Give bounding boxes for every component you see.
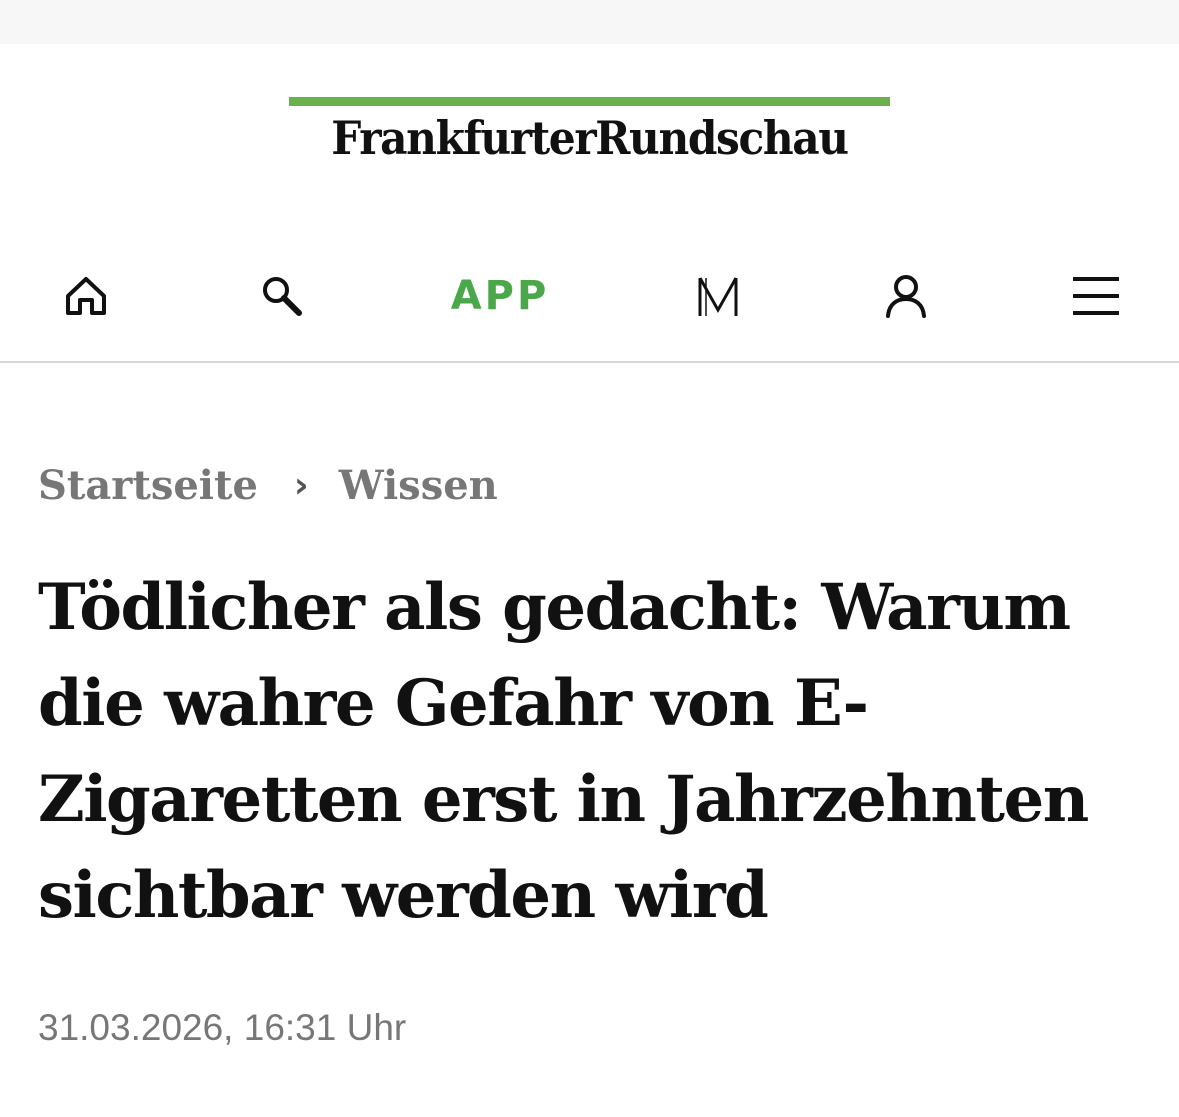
user-icon xyxy=(886,275,926,318)
breadcrumb-separator: › xyxy=(293,464,309,506)
nav-divider xyxy=(0,361,1179,363)
search-icon xyxy=(263,277,302,316)
breadcrumb-home-link[interactable]: Startseite xyxy=(38,462,258,509)
nav-search-button[interactable] xyxy=(242,240,322,352)
main-navigation: APP xyxy=(0,240,1179,360)
nav-account-button[interactable] xyxy=(866,240,946,352)
browser-status-bar xyxy=(0,0,1179,44)
home-icon xyxy=(66,277,106,315)
nav-menu-button[interactable] xyxy=(1056,240,1136,352)
breadcrumb-wissen-link[interactable]: Wissen xyxy=(339,462,498,509)
nav-home-button[interactable] xyxy=(46,240,126,352)
nav-m-button[interactable] xyxy=(678,240,758,352)
menu-icon xyxy=(1073,277,1119,315)
m-icon xyxy=(698,277,738,316)
breadcrumb: Startseite › Wissen xyxy=(38,455,498,515)
app-label: APP xyxy=(450,273,550,319)
logo-text: FrankfurterRundschau xyxy=(331,111,849,165)
site-logo[interactable]: FrankfurterRundschau xyxy=(289,97,890,179)
logo-accent-rule xyxy=(289,97,890,106)
article-headline: Tödlicher als gedacht: Warum die wahre G… xyxy=(38,570,1089,933)
article-date: 31.03.2026, 16:31 Uhr xyxy=(38,1007,407,1048)
nav-app-link[interactable]: APP xyxy=(420,240,580,352)
